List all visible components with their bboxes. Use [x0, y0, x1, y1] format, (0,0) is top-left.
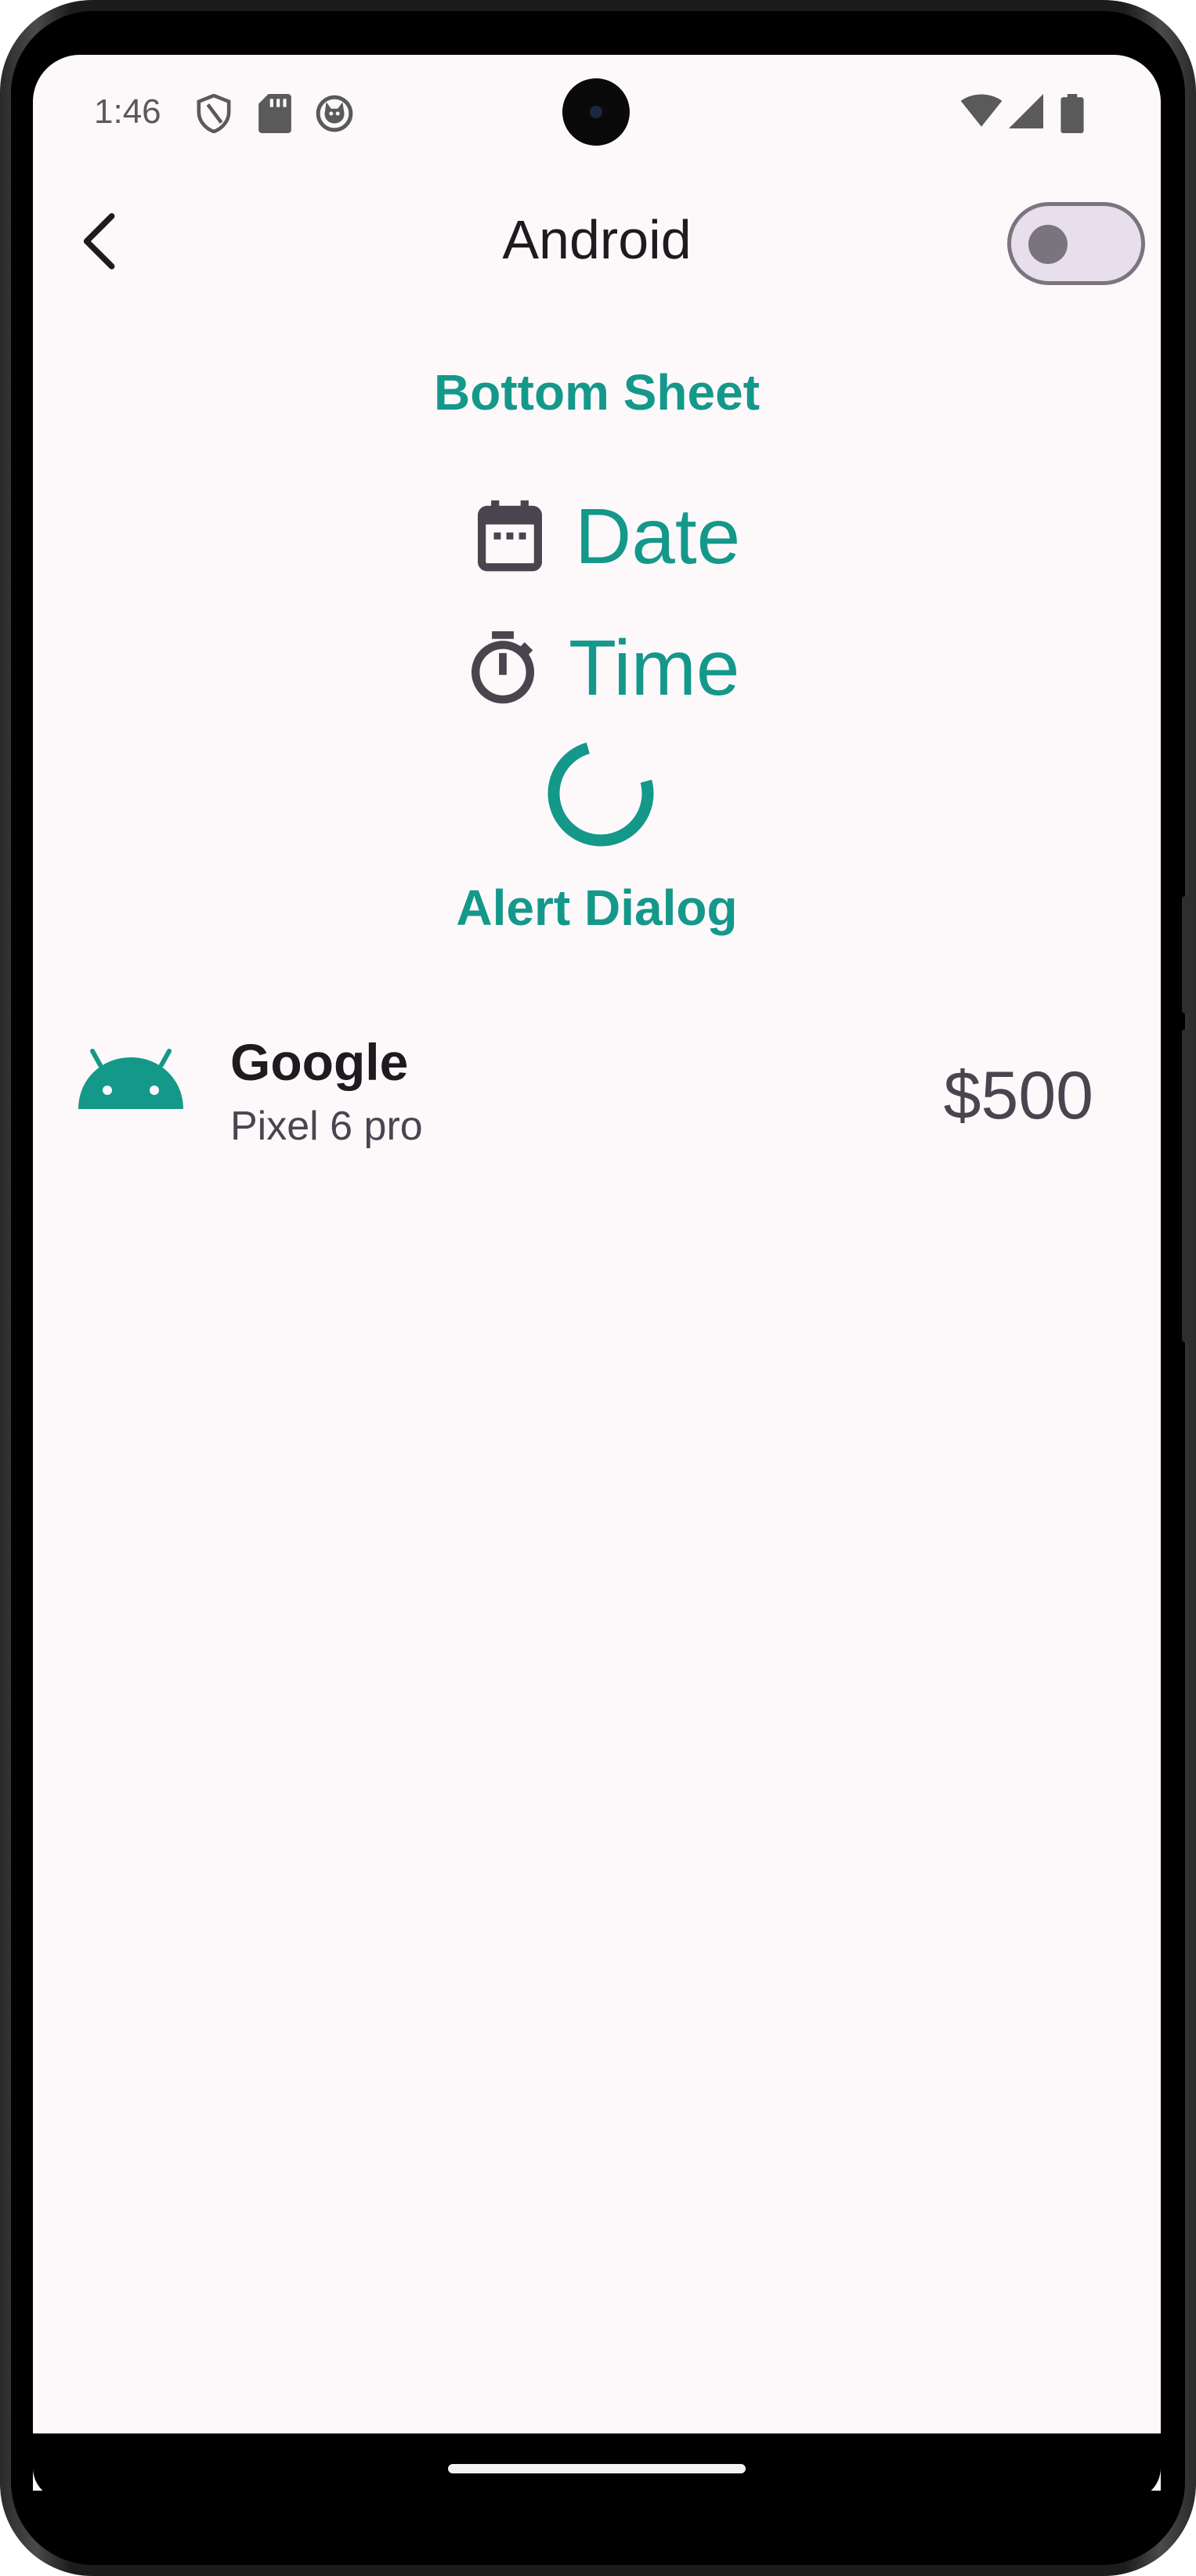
signal-icon	[1009, 94, 1043, 128]
shield-icon	[197, 94, 231, 133]
list-item-subtitle: Pixel 6 pro	[230, 1104, 423, 1149]
progress-spinner	[547, 740, 654, 847]
list-item[interactable]: Google Pixel 6 pro $500	[33, 1017, 1161, 1165]
time-button[interactable]: Time	[470, 625, 740, 711]
volume-button	[1182, 896, 1193, 1013]
calendar-icon	[478, 500, 542, 572]
gesture-handle[interactable]	[448, 2464, 746, 2473]
list-item-title: Google	[230, 1033, 409, 1091]
bottom-sheet-button[interactable]: Bottom Sheet	[33, 363, 1161, 421]
date-label: Date	[575, 493, 741, 580]
power-button	[1182, 1029, 1193, 1342]
timer-icon	[471, 631, 535, 704]
alert-dialog-button[interactable]: Alert Dialog	[33, 879, 1161, 937]
screen: 1:46 Android Bottom Sheet Date Time Aler…	[33, 55, 1161, 2491]
wifi-icon	[960, 94, 1003, 127]
front-camera	[562, 78, 630, 146]
android-icon	[78, 1049, 183, 1109]
theme-toggle-switch[interactable]	[1007, 202, 1145, 285]
sd-card-icon	[258, 94, 291, 133]
page-title: Android	[502, 209, 692, 270]
status-time: 1:46	[94, 92, 161, 131]
battery-icon	[1061, 94, 1084, 133]
time-label: Time	[569, 624, 740, 712]
date-button[interactable]: Date	[478, 493, 740, 580]
navigation-bar	[33, 2433, 1161, 2499]
cat-icon	[316, 95, 353, 132]
list-item-price: $500	[943, 1058, 1093, 1133]
switch-thumb	[1028, 225, 1068, 264]
